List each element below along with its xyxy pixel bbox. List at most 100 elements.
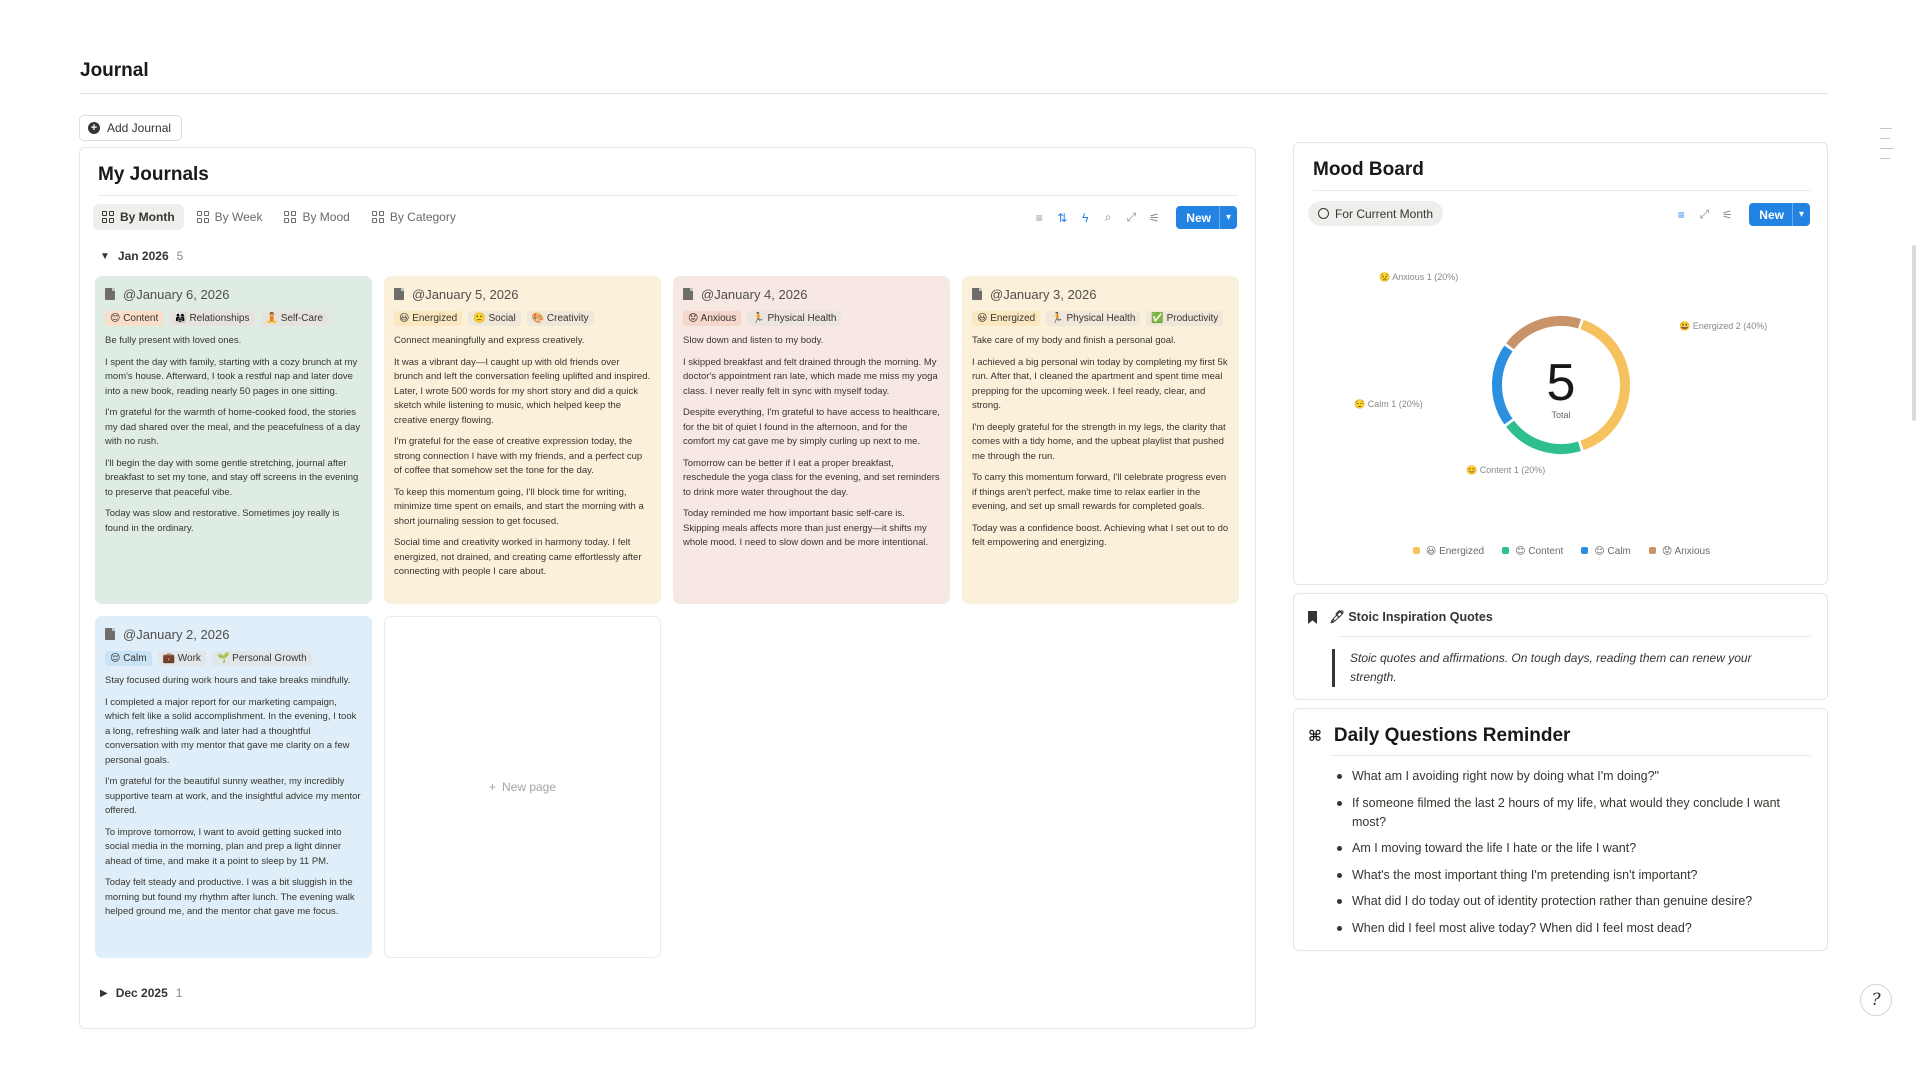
help-button[interactable]: ? [1860, 984, 1892, 1016]
expand-icon[interactable]: ⤢ [1122, 209, 1140, 227]
card-paragraph: I'll begin the day with some gentle stre… [105, 457, 359, 498]
new-mood-button[interactable]: New ▾ [1749, 203, 1810, 226]
tab-label: By Week [214, 210, 263, 224]
stoic-quotes-panel: 🖋 Stoic Inspiration Quotes Stoic quotes … [1293, 593, 1828, 700]
journals-toolbar: ≡ ⇅ ϟ ⌕ ⤢ ⚟ New ▾ [1030, 206, 1237, 229]
questions-list: What am I avoiding right now by doing wh… [1332, 767, 1802, 945]
card-paragraph: It was a vibrant day—I caught up with ol… [394, 356, 651, 426]
tag-badge: 😃 Energized [972, 311, 1041, 326]
group-count: 5 [176, 249, 184, 263]
card-intention: Be fully present with loved ones. [105, 335, 242, 346]
group-header-dec-2025[interactable]: ▶ Dec 2025 1 [100, 986, 182, 1000]
tag-badge: 💼 Work [157, 651, 206, 666]
new-page-card[interactable]: + New page [384, 616, 661, 958]
card-date: @January 2, 2026 [123, 626, 230, 642]
stoic-divider [1339, 636, 1811, 637]
card-paragraph: I completed a major report for our marke… [105, 696, 357, 766]
mood-donut-chart: 5Total 😟 Anxious 1 (20%) 😃 Energized 2 (40… [1354, 272, 1767, 475]
legend-item: 😟 Anxious [1648, 546, 1711, 557]
expand-icon[interactable]: ⤢ [1695, 206, 1713, 224]
card-date-row: @January 2, 2026 [105, 626, 362, 642]
card-intention: Connect meaningfully and express creativ… [394, 335, 585, 346]
page-icon [972, 288, 982, 300]
tag-badge: 😟 Anxious [683, 311, 742, 326]
add-journal-button[interactable]: + Add Journal [79, 115, 183, 141]
card-tags: 😌 Calm 💼 Work 🌱 Personal Growth [105, 651, 362, 666]
tab-by-month[interactable]: By Month [93, 204, 184, 230]
tag-badge: 😌 Calm [105, 651, 152, 666]
card-paragraph: To keep this momentum going, I'll block … [394, 486, 644, 527]
journal-card[interactable]: @January 6, 2026 😊 Content 👨‍👩‍👧 Relations… [95, 276, 372, 604]
tab-by-mood[interactable]: By Mood [275, 204, 358, 230]
journal-card[interactable]: @January 5, 2026 😃 Energized 🙂 Social 🎨 Cre… [384, 276, 661, 604]
legend-swatch [1412, 547, 1420, 554]
card-intention: Slow down and listen to my body. [683, 335, 824, 346]
table-of-contents-outline[interactable] [1880, 128, 1894, 168]
legend-label: 😌 Calm [1594, 546, 1631, 557]
sort-icon[interactable]: ⇅ [1053, 209, 1071, 227]
lightning-icon[interactable]: ϟ [1076, 209, 1094, 227]
group-label: Jan 2026 [117, 249, 169, 263]
search-icon[interactable]: ⌕ [1099, 209, 1117, 227]
journal-card[interactable]: @January 4, 2026 😟 Anxious 🏃 Physical Heal… [673, 276, 950, 604]
card-date-row: @January 5, 2026 [394, 286, 651, 302]
card-paragraph: To improve tomorrow, I want to avoid get… [105, 826, 342, 867]
legend-swatch [1581, 547, 1589, 554]
card-intention: Take care of my body and finish a person… [972, 335, 1176, 346]
page-title: Journal [80, 60, 149, 81]
donut-slice-energized[interactable] [1580, 319, 1630, 451]
tag-badge: 🏃 Physical Health [1046, 311, 1141, 326]
filter-label: For Current Month [1335, 206, 1434, 221]
filter-icon[interactable]: ≡ [1030, 209, 1048, 227]
new-journal-button[interactable]: New ▾ [1176, 206, 1237, 229]
view-tabs: By Month By Week By Mood By Category [93, 204, 465, 230]
bookmark-icon [1308, 611, 1317, 624]
group-label: Dec 2025 [115, 986, 168, 1000]
journal-card[interactable]: @January 3, 2026 😃 Energized 🏃 Physical He… [962, 276, 1239, 604]
tab-by-week[interactable]: By Week [188, 204, 272, 230]
group-header-jan-2026[interactable]: ▼ Jan 2026 5 [100, 249, 183, 263]
donut-total-label: Total [1551, 410, 1570, 420]
card-paragraph: Today reminded me how important basic se… [683, 508, 929, 548]
settings-icon[interactable]: ⚟ [1718, 206, 1736, 224]
card-tags: 😟 Anxious 🏃 Physical Health [683, 311, 940, 326]
tab-by-category[interactable]: By Category [363, 204, 465, 230]
slice-label-content: 😊 Content 1 (20%) [1466, 465, 1545, 475]
card-paragraph: I'm grateful for the ease of creative ex… [394, 436, 643, 476]
filter-icon[interactable]: ≡ [1672, 206, 1690, 224]
add-journal-label: Add Journal [107, 121, 172, 135]
settings-icon[interactable]: ⚟ [1145, 209, 1163, 227]
donut-slice-calm[interactable] [1492, 345, 1513, 425]
donut-slice-content[interactable] [1506, 420, 1581, 454]
tab-label: By Month [120, 210, 175, 224]
mood-board-divider [1313, 190, 1811, 191]
stoic-title: 🖋 Stoic Inspiration Quotes [1329, 610, 1493, 624]
card-body: Take care of my body and finish a person… [972, 334, 1229, 551]
donut-slice-anxious[interactable] [1506, 316, 1581, 350]
question-item: What am I avoiding right now by doing wh… [1332, 767, 1802, 786]
plus-circle-icon: + [88, 122, 100, 134]
question-item: What's the most important thing I'm pret… [1332, 866, 1802, 885]
legend-item: 😊 Content [1502, 546, 1563, 557]
scrollbar[interactable] [1912, 245, 1916, 421]
chevron-down-icon[interactable]: ▾ [1791, 203, 1810, 226]
tag-badge: 🏃 Physical Health [747, 311, 842, 326]
tag-badge: 😊 Content [105, 311, 164, 326]
card-tags: 😃 Energized 🏃 Physical Health ✅ Productivi… [972, 311, 1229, 326]
card-date-row: @January 3, 2026 [972, 286, 1229, 302]
current-month-view-tab[interactable]: For Current Month [1308, 201, 1444, 226]
board-view-icon [284, 211, 297, 223]
card-body: Slow down and listen to my body. I skippe… [683, 334, 940, 551]
card-date-row: @January 6, 2026 [105, 286, 362, 302]
card-paragraph: To carry this momentum forward, I'll cel… [972, 472, 1227, 512]
clock-icon [1318, 208, 1329, 219]
card-paragraph: I'm deeply grateful for the strength in … [972, 421, 1226, 462]
tag-badge: 😃 Energized [394, 311, 463, 326]
journal-card[interactable]: @January 2, 2026 😌 Calm 💼 Work 🌱 Personal G… [95, 616, 372, 958]
legend-label: 😊 Content [1515, 546, 1564, 557]
tag-badge: 👨‍👩‍👧 Relationships [169, 311, 255, 326]
card-paragraph: Tomorrow can be better if I eat a proper… [683, 457, 940, 498]
chevron-down-icon[interactable]: ▾ [1218, 206, 1237, 229]
legend-label: 😟 Anxious [1661, 546, 1711, 557]
card-intention: Stay focused during work hours and take … [105, 675, 351, 686]
